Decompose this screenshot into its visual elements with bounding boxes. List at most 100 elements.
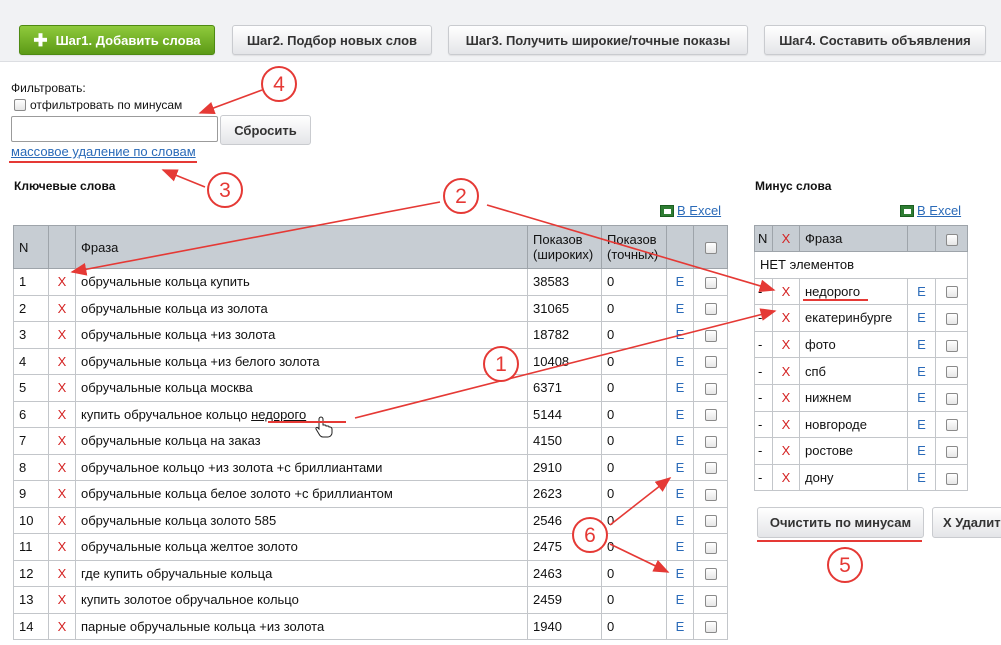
minus-row-number: -	[754, 277, 773, 306]
edit-minus-word-button[interactable]: E	[907, 357, 936, 385]
minus-row-checkbox[interactable]	[945, 472, 958, 485]
filter-input[interactable]	[11, 116, 218, 142]
minus-row-checkbox[interactable]	[945, 446, 958, 459]
edit-keyword-button[interactable]: E	[666, 612, 694, 640]
delete-minus-word-button[interactable]: X	[772, 304, 800, 332]
edit-keyword-button[interactable]: E	[666, 400, 694, 428]
broad-header-line2: (широких)	[533, 247, 594, 262]
table-row: 3 Xобручальные кольца +из золота 18782 0 E	[13, 321, 728, 349]
select-all-checkbox[interactable]	[704, 242, 717, 255]
minus-select-cell	[935, 437, 968, 465]
row-checkbox[interactable]	[704, 488, 717, 501]
delete-keyword-button[interactable]: X	[48, 294, 76, 322]
broad-impressions: 2546	[527, 506, 602, 534]
broad-header-line1: Показов	[533, 232, 583, 247]
delete-minus-word-button[interactable]: X	[772, 357, 800, 385]
edit-minus-word-button[interactable]: E	[907, 437, 936, 465]
edit-keyword-button[interactable]: E	[666, 268, 694, 296]
edit-keyword-button[interactable]: E	[666, 321, 694, 349]
delete-keyword-button[interactable]: X	[48, 400, 76, 428]
edit-keyword-button[interactable]: E	[666, 559, 694, 587]
row-checkbox[interactable]	[704, 515, 717, 528]
delete-keyword-button[interactable]: X	[48, 612, 76, 640]
row-number: 2	[13, 294, 49, 322]
step2-pick-words-button[interactable]: Шаг2. Подбор новых слов	[232, 25, 432, 55]
edit-keyword-button[interactable]: E	[666, 533, 694, 561]
table-row: 9 Xобручальные кольца белое золото +с бри…	[13, 480, 728, 508]
delete-keyword-button[interactable]: X	[48, 559, 76, 587]
reset-button[interactable]: Сбросить	[220, 115, 311, 145]
step4-compose-ads-button[interactable]: Шаг4. Составить объявления	[764, 25, 986, 55]
edit-keyword-button[interactable]: E	[666, 506, 694, 534]
edit-keyword-button[interactable]: E	[666, 347, 694, 375]
edit-keyword-button[interactable]: E	[666, 427, 694, 455]
edit-minus-word-button[interactable]: E	[907, 277, 936, 306]
delete-keyword-button[interactable]: X	[48, 321, 76, 349]
row-checkbox[interactable]	[704, 541, 717, 554]
step1-add-words-button[interactable]: ✚ Шаг1. Добавить слова	[19, 25, 215, 55]
delete-keyword-button[interactable]: X	[48, 480, 76, 508]
edit-keyword-button[interactable]: E	[666, 374, 694, 402]
row-checkbox[interactable]	[704, 303, 717, 316]
delete-keyword-button[interactable]: X	[48, 453, 76, 481]
delete-minus-word-button[interactable]: X	[772, 410, 800, 439]
delete-keyword-button[interactable]: X	[48, 347, 76, 375]
edit-minus-word-button[interactable]: E	[907, 304, 936, 332]
minus-row-checkbox[interactable]	[945, 366, 958, 379]
delete-minus-word-button[interactable]: X	[772, 277, 800, 306]
step3-get-impressions-button[interactable]: Шаг3. Получить широкие/точные показы	[448, 25, 748, 55]
broad-impressions: 2463	[527, 559, 602, 587]
minus-row-checkbox[interactable]	[945, 419, 958, 432]
delete-minus-word-button[interactable]: X	[772, 437, 800, 465]
row-checkbox[interactable]	[704, 409, 717, 422]
table-row: 11 Xобручальные кольца желтое золото 2475 0…	[13, 533, 728, 561]
delete-minus-word-button[interactable]: X	[772, 330, 800, 359]
select-cell	[693, 268, 728, 296]
exact-impressions: 0	[601, 321, 667, 349]
delete-minus-word-button[interactable]: X	[772, 463, 800, 492]
delete-minus-button[interactable]: X Удалить	[932, 507, 1001, 538]
minus-row-checkbox[interactable]	[945, 392, 958, 405]
delete-minus-word-button[interactable]: X	[772, 383, 800, 412]
edit-keyword-button[interactable]: E	[666, 480, 694, 508]
edit-minus-word-button[interactable]: E	[907, 410, 936, 439]
minus-row-checkbox[interactable]	[945, 339, 958, 352]
delete-keyword-button[interactable]: X	[48, 586, 76, 614]
mass-delete-link[interactable]: массовое удаление по словам	[11, 144, 196, 159]
edit-minus-word-button[interactable]: E	[907, 330, 936, 359]
keywords-excel-link[interactable]: В Excel	[660, 203, 721, 218]
delete-keyword-button[interactable]: X	[48, 268, 76, 296]
minus-excel-link[interactable]: В Excel	[900, 203, 961, 218]
clear-by-minus-button[interactable]: Очистить по минусам	[757, 507, 924, 538]
minus-row-checkbox[interactable]	[945, 286, 958, 299]
minus-select-all-checkbox[interactable]	[945, 233, 958, 246]
phrase-text: парные обручальные кольца +из золота	[81, 618, 325, 634]
exact-impressions: 0	[601, 453, 667, 481]
delete-keyword-button[interactable]: X	[48, 374, 76, 402]
keywords-table: N Фраза Показов (широких) Показов (точны…	[13, 225, 728, 640]
table-row: 5 Xобручальные кольца москва 6371 0 E	[13, 374, 728, 402]
edit-minus-word-button[interactable]: E	[907, 383, 936, 412]
delete-keyword-button[interactable]: X	[48, 533, 76, 561]
row-checkbox[interactable]	[704, 276, 717, 289]
delete-keyword-button[interactable]: X	[48, 506, 76, 534]
row-checkbox[interactable]	[704, 594, 717, 607]
phrase-cell: обручальные кольца из золота	[75, 294, 528, 322]
filter-minus-checkbox[interactable]	[14, 99, 26, 111]
row-checkbox[interactable]	[704, 435, 717, 448]
delete-keyword-button[interactable]: X	[48, 427, 76, 455]
row-checkbox[interactable]	[704, 462, 717, 475]
select-cell	[693, 453, 728, 481]
row-checkbox[interactable]	[704, 356, 717, 369]
edit-keyword-button[interactable]: E	[666, 586, 694, 614]
row-checkbox[interactable]	[704, 329, 717, 342]
edit-minus-word-button[interactable]: E	[907, 463, 936, 492]
minus-row-checkbox[interactable]	[945, 313, 958, 326]
select-cell	[693, 400, 728, 428]
row-checkbox[interactable]	[704, 382, 717, 395]
row-checkbox[interactable]	[704, 621, 717, 634]
edit-keyword-button[interactable]: E	[666, 294, 694, 322]
row-checkbox[interactable]	[704, 568, 717, 581]
edit-keyword-button[interactable]: E	[666, 453, 694, 481]
minus-select-cell	[935, 410, 968, 439]
